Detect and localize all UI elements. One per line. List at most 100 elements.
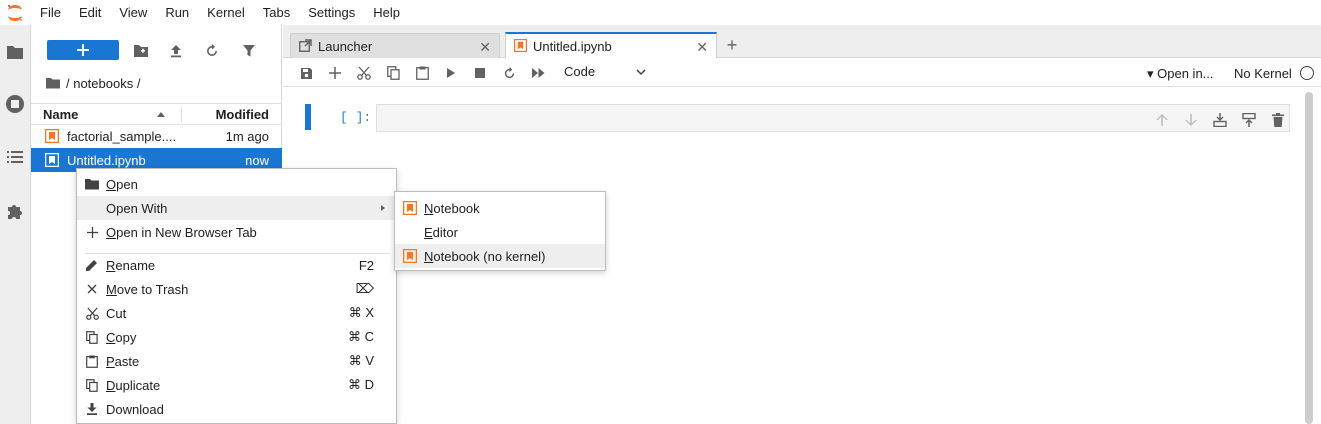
close-icon[interactable]: ✕ [479,39,491,56]
tab-label: Untitled.ipynb [533,38,612,54]
close-icon[interactable]: ✕ [696,39,708,56]
insert-above-button[interactable] [1205,112,1234,128]
mnemonic: R [106,257,116,273]
submenu-item-notebook-no-kernel[interactable]: Notebook (no kernel) [395,244,605,268]
file-row[interactable]: factorial_sample.... 1m ago [31,124,282,148]
menu-view[interactable]: View [110,0,156,25]
menu-label: Notebook (no kernel) [424,249,545,264]
context-menu-item-duplicate[interactable]: Duplicate ⌘ D [77,373,396,397]
cell-toolbar [1147,112,1292,128]
move-up-button[interactable] [1147,112,1176,128]
file-context-menu: Open Open With Open in New Browser Tab R… [76,168,397,424]
interrupt-button[interactable] [471,64,489,82]
tab-launcher[interactable]: Launcher ✕ [290,33,500,58]
save-button[interactable] [297,64,315,82]
context-menu-item-move-to-trash[interactable]: Move to Trash ⌦ [77,277,396,301]
upload-icon [171,45,181,58]
pencil-icon [85,258,99,272]
label-rest: pen in New Browser Tab [116,224,257,240]
restart-button[interactable] [500,64,518,82]
scrollbar-thumb[interactable] [1305,92,1313,424]
file-modified: now [245,152,269,168]
file-modified: 1m ago [225,128,269,144]
new-launcher-button[interactable] [47,40,119,60]
upload-button[interactable] [167,42,185,60]
notebook-icon [45,153,59,167]
mnemonic: N [424,200,434,216]
context-menu-item-open-in-new-tab[interactable]: Open in New Browser Tab [77,220,396,244]
mnemonic: O [106,176,117,192]
filter-button[interactable] [240,42,258,60]
mnemonic: M [106,281,117,297]
refresh-button[interactable] [203,42,221,60]
open-in-label: Open in... [1157,66,1214,81]
download-icon [85,402,99,416]
paste-button[interactable] [413,64,431,82]
folder-icon[interactable] [46,77,60,89]
shortcut: ⌘ C [348,329,374,344]
tab-bar: Launcher ✕ Untitled.ipynb ✕ + [283,25,1321,58]
context-menu-item-paste[interactable]: Paste ⌘ V [77,349,396,373]
folder-icon [85,177,99,191]
tab-untitled-notebook[interactable]: Untitled.ipynb ✕ [505,32,717,58]
table-of-contents-tab[interactable] [0,142,30,172]
delete-cell-button[interactable] [1263,112,1292,128]
extension-icon [8,205,22,219]
label-rest: opy [115,329,137,345]
menu-edit[interactable]: Edit [70,0,110,25]
jupyter-logo [0,0,30,25]
extension-manager-tab[interactable] [0,196,30,226]
restart-run-all-button[interactable] [529,64,547,82]
insert-cell-button[interactable] [326,64,344,82]
insert-below-button[interactable] [1234,112,1263,128]
menu-run[interactable]: Run [156,0,198,25]
notebook-icon [403,201,417,215]
menu-help[interactable]: Help [364,0,409,25]
folder-icon [7,46,23,59]
context-menu-item-copy[interactable]: Copy ⌘ C [77,325,396,349]
context-menu-item-open-with[interactable]: Open With [77,196,396,220]
label-rest: pen [116,176,138,192]
file-browser-tab[interactable] [0,37,30,67]
running-sessions-tab[interactable] [0,89,30,119]
context-menu-item-cut[interactable]: Cut ⌘ X [77,301,396,325]
context-menu-item-rename[interactable]: Rename F2 [77,253,396,277]
add-tab-button[interactable]: + [720,33,744,57]
submenu-item-editor[interactable]: Editor [395,220,605,244]
menu-kernel[interactable]: Kernel [198,0,254,25]
move-down-button[interactable] [1176,112,1205,128]
menu-settings[interactable]: Settings [299,0,364,25]
file-name: factorial_sample.... [67,128,177,144]
new-folder-button[interactable] [132,42,150,60]
run-button[interactable] [442,64,460,82]
column-divider [181,108,182,122]
context-menu-item-download[interactable]: Download [77,397,396,421]
breadcrumb-path[interactable]: / notebooks / [66,76,140,91]
paste-icon [85,354,99,368]
running-icon [6,95,24,113]
chevron-down-icon[interactable] [636,65,646,79]
cell-collapser[interactable] [305,104,311,130]
column-modified-header[interactable]: Modified [216,107,269,122]
cell-type-select[interactable]: Code [564,64,595,79]
cut-icon [85,306,99,320]
mnemonic: N [424,248,434,264]
menu-label: Notebook [424,201,480,216]
label-rest: aste [114,353,140,369]
context-menu-item-open[interactable]: Open [77,172,396,196]
kernel-status-icon [1300,66,1314,80]
copy-button[interactable] [384,64,402,82]
activity-bar [0,25,31,424]
fast-forward-icon [531,68,544,78]
submenu-item-notebook[interactable]: Notebook [395,196,605,220]
menu-file[interactable]: File [30,0,70,25]
kernel-name-button[interactable]: No Kernel [1234,66,1292,81]
shortcut: F2 [358,257,374,273]
column-name-header[interactable]: Name [43,107,78,122]
label-rest: ename [115,257,156,273]
cut-button[interactable] [355,64,373,82]
open-in-button[interactable]: ▾ Open in... [1147,66,1214,82]
menu-tabs[interactable]: Tabs [254,0,299,25]
menu-label: Move to Trash [106,282,188,297]
new-folder-icon [134,45,148,57]
